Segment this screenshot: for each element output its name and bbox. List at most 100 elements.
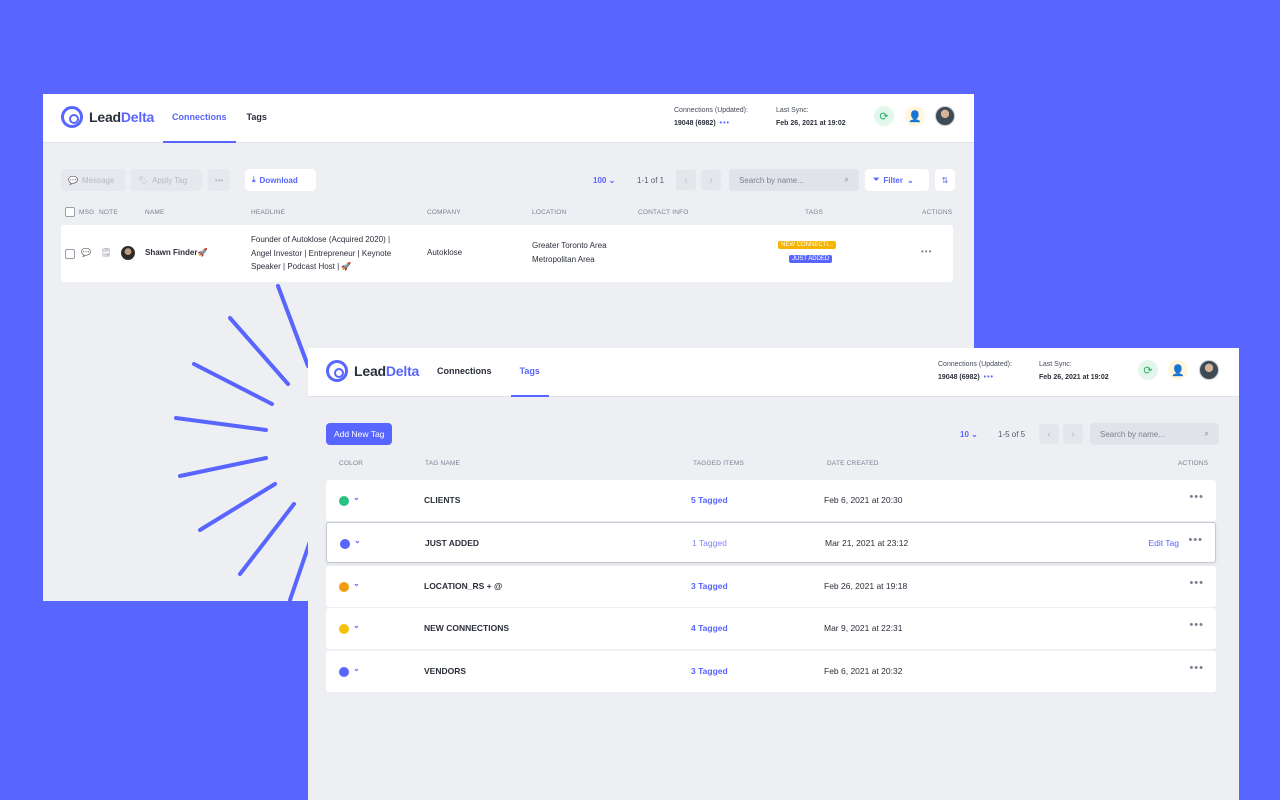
logo-icon xyxy=(326,360,348,382)
avatar[interactable] xyxy=(935,106,955,126)
search-icon: ⌕ xyxy=(844,175,849,184)
tag-name: CLIENTS xyxy=(424,495,461,505)
note-icon[interactable]: 🗒 xyxy=(101,246,111,260)
chevron-down-icon[interactable]: ⌄ xyxy=(353,579,360,588)
tag-color-dot[interactable] xyxy=(339,624,349,634)
page-size-select[interactable]: 100 ⌄ xyxy=(593,176,615,185)
table-row[interactable]: ⌄ CLIENTS 5 Tagged Feb 6, 2021 at 20:30 … xyxy=(326,480,1216,521)
tagged-count-link[interactable]: 3 Tagged xyxy=(691,666,728,676)
tab-connections[interactable]: Connections xyxy=(163,94,236,143)
download-button[interactable]: ⤓ Download xyxy=(245,169,316,191)
logo-text-lead: Lead xyxy=(89,109,121,125)
chevron-left-icon: ‹ xyxy=(684,174,688,186)
tab-connections[interactable]: Connections xyxy=(428,348,501,397)
logo[interactable]: LeadDelta xyxy=(61,106,154,128)
chevron-down-icon[interactable]: ⌄ xyxy=(354,536,361,545)
tab-tags[interactable]: Tags xyxy=(510,348,549,397)
connections-toolbar: 💬 Message 🏷 Apply Tag ••• ⤓ Download 100 ⌄ … xyxy=(61,169,956,191)
ray-line xyxy=(238,502,296,576)
ray-line xyxy=(276,284,310,368)
table-row[interactable]: ⌄ NEW CONNECTIONS 4 Tagged Mar 9, 2021 a… xyxy=(326,608,1216,649)
tagged-count-link[interactable]: 3 Tagged xyxy=(691,581,728,591)
tab-tags[interactable]: Tags xyxy=(238,94,276,143)
table-row[interactable]: 💬 🗒 Shawn Finder🚀 Founder of Autoklose (… xyxy=(61,225,953,282)
next-page-button[interactable]: › xyxy=(701,170,721,190)
tag-badge[interactable]: NEW CONNECTI... xyxy=(778,241,836,249)
logo[interactable]: LeadDelta xyxy=(326,360,419,382)
avatar[interactable] xyxy=(1199,360,1219,380)
tagged-count-link[interactable]: 1 Tagged xyxy=(692,538,727,548)
main-nav: Connections Tags xyxy=(428,348,549,397)
add-user-button[interactable]: 👤 xyxy=(1168,360,1188,380)
tag-badge[interactable]: JUST ADDED xyxy=(789,255,833,263)
add-user-icon: 👤 xyxy=(1171,364,1185,377)
message-icon[interactable]: 💬 xyxy=(81,246,91,260)
contact-name[interactable]: Shawn Finder🚀 xyxy=(145,246,207,260)
table-row[interactable]: ⌄ VENDORS 3 Tagged Feb 6, 2021 at 20:32 … xyxy=(326,651,1216,692)
contact-company: Autoklose xyxy=(427,248,463,257)
select-all-checkbox[interactable] xyxy=(65,207,75,217)
chevron-left-icon: ‹ xyxy=(1047,428,1051,440)
col-actions: ACTIONS xyxy=(922,209,953,216)
avatar xyxy=(121,246,135,260)
chevron-down-icon[interactable]: ⌄ xyxy=(353,493,360,502)
tagged-count-link[interactable]: 5 Tagged xyxy=(691,495,728,505)
last-sync-value: Feb 26, 2021 at 19:02 xyxy=(776,120,846,127)
search-input[interactable]: Search by name... ⌕ xyxy=(729,169,859,191)
ray-line xyxy=(228,316,290,386)
more-actions-button[interactable]: ••• xyxy=(208,169,230,191)
logo-text-delta: Delta xyxy=(120,109,155,125)
tagged-count-link[interactable]: 4 Tagged xyxy=(691,623,728,633)
connections-stat-more[interactable]: ••• xyxy=(720,120,730,127)
col-tags: TAGS xyxy=(805,209,824,216)
sync-button[interactable]: ⟳ xyxy=(874,106,894,126)
row-checkbox[interactable] xyxy=(65,249,75,259)
date-created: Feb 6, 2021 at 20:32 xyxy=(824,666,903,676)
edit-tag-button[interactable]: Edit Tag xyxy=(1148,538,1179,548)
filter-button[interactable]: ⏷ Filter ⌄ xyxy=(865,169,929,191)
col-headline: HEADLINE xyxy=(251,209,286,216)
contact-location: Greater Toronto Area Metropolitan Area xyxy=(532,241,607,264)
table-row[interactable]: ⌄ LOCATION_RS + @ 3 Tagged Feb 26, 2021 … xyxy=(326,566,1216,607)
apply-tag-button[interactable]: 🏷 Apply Tag xyxy=(131,169,202,191)
tag-color-dot[interactable] xyxy=(339,496,349,506)
tag-color-dot[interactable] xyxy=(339,582,349,592)
tag-name: NEW CONNECTIONS xyxy=(424,623,509,633)
connections-stat-more[interactable]: ••• xyxy=(984,374,994,381)
message-button[interactable]: 💬 Message xyxy=(61,169,125,191)
chevron-down-icon: ⌄ xyxy=(608,176,616,185)
table-row[interactable]: ⌄ JUST ADDED 1 Tagged Mar 21, 2021 at 23… xyxy=(326,522,1216,563)
add-new-tag-button[interactable]: Add New Tag xyxy=(326,423,393,445)
sync-button[interactable]: ⟳ xyxy=(1138,360,1158,380)
main-nav: Connections Tags xyxy=(163,94,276,143)
ray-line xyxy=(174,416,268,432)
tag-color-dot[interactable] xyxy=(339,667,349,677)
sort-button[interactable]: ⇅ xyxy=(935,169,955,191)
row-actions-button[interactable]: ••• xyxy=(1189,577,1204,589)
app-header: LeadDelta Connections Tags Connections (… xyxy=(43,94,974,143)
add-user-button[interactable]: 👤 xyxy=(905,106,925,126)
last-sync-label: Last Sync: xyxy=(1039,361,1072,368)
tags-window: LeadDelta Connections Tags Connections (… xyxy=(308,348,1239,800)
col-note: NOTE xyxy=(99,209,118,216)
col-location: LOCATION xyxy=(532,209,567,216)
row-actions-button[interactable]: ••• xyxy=(1189,662,1204,674)
page-count: 1-1 of 1 xyxy=(637,176,665,185)
prev-page-button[interactable]: ‹ xyxy=(1039,424,1059,444)
page-size-select[interactable]: 10 ⌄ xyxy=(960,430,978,439)
refresh-icon: ⟳ xyxy=(879,110,889,123)
chevron-right-icon: › xyxy=(1071,428,1075,440)
tag-color-dot[interactable] xyxy=(340,539,350,549)
row-actions-button[interactable]: ••• xyxy=(1189,491,1204,503)
chevron-down-icon[interactable]: ⌄ xyxy=(353,664,360,673)
row-actions-button[interactable]: ••• xyxy=(921,245,932,259)
prev-page-button[interactable]: ‹ xyxy=(676,170,696,190)
row-actions-button[interactable]: ••• xyxy=(1189,619,1204,631)
row-actions-button[interactable]: ••• xyxy=(1188,534,1203,546)
chevron-down-icon[interactable]: ⌄ xyxy=(353,621,360,630)
date-created: Feb 6, 2021 at 20:30 xyxy=(824,495,903,505)
search-input[interactable]: Search by name... ⌕ xyxy=(1090,423,1219,445)
ray-line xyxy=(198,482,277,532)
next-page-button[interactable]: › xyxy=(1063,424,1083,444)
logo-text-lead: Lead xyxy=(354,363,386,379)
